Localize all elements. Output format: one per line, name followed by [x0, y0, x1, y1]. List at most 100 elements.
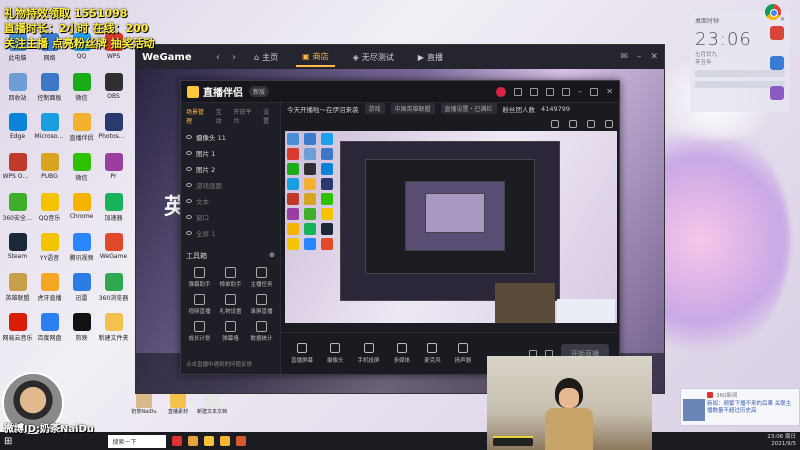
skin-icon[interactable]: [530, 87, 539, 96]
scene-item[interactable]: 窗口: [181, 209, 280, 225]
desktop-file[interactable]: 奶茶NaiDu: [130, 392, 158, 415]
desktop-icon[interactable]: 英雄联盟: [2, 270, 33, 310]
desktop-icon[interactable]: PUBG: [34, 150, 65, 190]
taskbar-app-icon[interactable]: [204, 436, 215, 446]
close-icon[interactable]: ✕: [606, 87, 613, 96]
tab-settings[interactable]: 设置: [263, 107, 275, 125]
stream-app-window[interactable]: 直播伴侣 新版 – ✕ 场景管理 互动 开放平台 设置 摄像头 11 图片 1 图片…: [180, 80, 620, 375]
desktop-icon[interactable]: 直播伴侣: [66, 110, 97, 150]
mail-icon[interactable]: ✉: [620, 52, 628, 62]
app-icon-blue[interactable]: [770, 56, 784, 70]
bag-icon[interactable]: [569, 120, 577, 128]
phone-cast-button[interactable]: 手机投屏: [358, 343, 380, 364]
eye-icon[interactable]: [186, 231, 192, 235]
scene-item[interactable]: 图片 2: [181, 161, 280, 177]
scene-item[interactable]: 摄像头 11: [181, 129, 280, 145]
stream-preview[interactable]: [285, 131, 617, 331]
tab-platform[interactable]: 开放平台: [234, 107, 258, 125]
desktop-icon[interactable]: 腾讯视频: [66, 230, 97, 270]
desktop-icon[interactable]: QQ音乐: [34, 190, 65, 230]
tool-button[interactable]: 成长计划: [185, 321, 214, 342]
tab-test[interactable]: ◈ 无尽测试: [347, 49, 400, 66]
desktop-icon[interactable]: 控制面板: [34, 70, 65, 110]
desktop-icon[interactable]: 加速器: [98, 190, 129, 230]
app-icon-red[interactable]: [770, 26, 784, 40]
settings-icon[interactable]: [546, 87, 555, 96]
feedback-notice[interactable]: 点击直播中遇到的问题反馈: [186, 360, 252, 368]
tool-button[interactable]: 弹幕墙: [216, 321, 245, 342]
game-chip[interactable]: 中国英雄联盟: [390, 103, 435, 114]
desktop-icon[interactable]: Edge: [2, 110, 33, 150]
user-avatar[interactable]: [496, 86, 507, 97]
desktop-icon[interactable]: 虎牙直播: [34, 270, 65, 310]
tab-interact[interactable]: 互动: [216, 107, 228, 125]
desktop-icon[interactable]: Photoshop: [98, 110, 129, 150]
eye-icon[interactable]: [186, 215, 192, 219]
scene-item[interactable]: 图片 1: [181, 145, 280, 161]
desktop-file[interactable]: 新建文本文档: [197, 392, 227, 415]
desktop-icon[interactable]: Microsoft Edge: [34, 110, 65, 150]
eye-icon[interactable]: [186, 199, 192, 203]
desktop-icon[interactable]: WPS Office: [2, 150, 33, 190]
desktop-icon[interactable]: WeGame: [98, 230, 129, 270]
eye-icon[interactable]: [186, 135, 192, 139]
chrome-icon[interactable]: [765, 4, 781, 20]
eye-icon[interactable]: [186, 151, 192, 155]
desktop-icon[interactable]: 微信: [66, 150, 97, 190]
speaker-button[interactable]: 扬声器: [455, 343, 471, 364]
start-icon[interactable]: ⊞: [4, 436, 12, 447]
desktop-icon[interactable]: 回收站: [2, 70, 33, 110]
bell-icon[interactable]: [605, 120, 613, 128]
minimize-icon[interactable]: –: [637, 52, 642, 62]
stream-title[interactable]: 今天开播啦～在伊沼来袭: [287, 104, 359, 114]
tool-button[interactable]: 主播任务: [247, 267, 276, 288]
message-icon[interactable]: [514, 87, 523, 96]
media-button[interactable]: 多媒体: [394, 343, 410, 364]
tool-button[interactable]: 录屏直播: [247, 294, 276, 315]
share-icon[interactable]: [587, 120, 595, 128]
taskbar-app-icon[interactable]: [188, 436, 199, 446]
tool-button[interactable]: 礼物设置: [216, 294, 245, 315]
desktop-icon[interactable]: 剪映: [66, 310, 97, 350]
camera-button[interactable]: 摄像头: [327, 343, 344, 364]
maximize-icon[interactable]: [590, 87, 599, 96]
taskbar-app-icon[interactable]: [236, 436, 247, 446]
tool-button[interactable]: 视频直播: [185, 294, 214, 315]
taskbar-clock[interactable]: 23:06 周日 2021/9/5: [767, 434, 796, 448]
tab-home[interactable]: ⌂ 主页: [248, 49, 284, 66]
back-icon[interactable]: ‹: [216, 52, 220, 63]
desktop-icon[interactable]: 网易云音乐: [2, 310, 33, 350]
minimize-icon[interactable]: –: [578, 87, 582, 96]
desktop-icon[interactable]: 微信: [66, 70, 97, 110]
taskbar-app-icon[interactable]: [220, 436, 231, 446]
desktop-icon[interactable]: 360安全卫士: [2, 190, 33, 230]
news-popup[interactable]: 360新闻 新闻：频繁下播不来的后果 关联主播数量不超过历史高: [680, 388, 800, 426]
tool-button[interactable]: 数据统计: [247, 321, 276, 342]
widget-close-icon[interactable]: ✕: [780, 16, 785, 25]
scene-item[interactable]: 游戏画面: [181, 177, 280, 193]
desktop-icon[interactable]: 360浏览器: [98, 270, 129, 310]
taskbar-app-icon[interactable]: [172, 436, 183, 446]
close-icon[interactable]: ✕: [650, 52, 658, 62]
tab-scenes[interactable]: 场景管理: [186, 107, 210, 125]
category-chip[interactable]: 游戏: [364, 103, 385, 114]
tool-button[interactable]: 弹幕助手: [185, 267, 214, 288]
tool-button[interactable]: 榜单助手: [216, 267, 245, 288]
scene-item[interactable]: 文本: [181, 193, 280, 209]
desktop-icon[interactable]: 新建文件夹: [98, 310, 129, 350]
desktop-icon[interactable]: YY语音: [34, 230, 65, 270]
desktop-icon[interactable]: 百度网盘: [34, 310, 65, 350]
scene-item[interactable]: 全屏 1: [181, 225, 280, 241]
desktop-icon[interactable]: Steam: [2, 230, 33, 270]
desktop-file[interactable]: 直播素材: [164, 392, 192, 415]
menu-icon[interactable]: [562, 87, 571, 96]
app-icon-purple[interactable]: [770, 86, 784, 100]
desktop-icon[interactable]: Pr: [98, 150, 129, 190]
desktop-icon[interactable]: 迅雷: [66, 270, 97, 310]
tab-live[interactable]: ▶ 直播: [412, 49, 449, 66]
lock-icon[interactable]: [551, 120, 559, 128]
eye-icon[interactable]: [186, 183, 192, 187]
screen-source-button[interactable]: 直播屏幕: [291, 343, 313, 364]
taskbar-search[interactable]: 搜索一下: [108, 434, 167, 448]
eye-icon[interactable]: [186, 167, 192, 171]
